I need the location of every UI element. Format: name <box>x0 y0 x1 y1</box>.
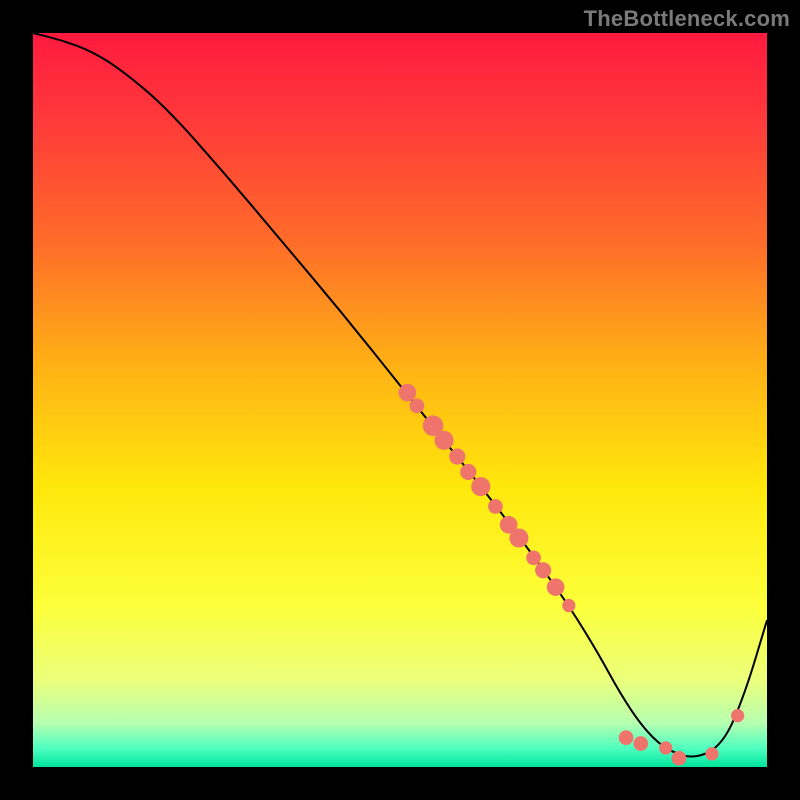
curve-marker <box>731 709 744 722</box>
bottleneck-curve-svg <box>33 33 767 767</box>
curve-markers <box>399 384 745 766</box>
curve-marker <box>488 499 503 514</box>
curve-marker <box>434 431 453 450</box>
curve-marker <box>471 477 490 496</box>
curve-marker <box>509 528 528 547</box>
curve-marker <box>460 464 476 480</box>
curve-marker <box>619 730 634 745</box>
curve-marker <box>633 736 648 751</box>
watermark-text: TheBottleneck.com <box>584 6 790 32</box>
curve-marker <box>672 751 687 766</box>
curve-marker <box>547 578 565 596</box>
curve-marker <box>705 747 718 760</box>
chart-frame: TheBottleneck.com <box>0 0 800 800</box>
curve-marker <box>526 550 541 565</box>
curve-marker <box>410 399 425 414</box>
curve-marker <box>562 599 575 612</box>
curve-marker <box>659 741 672 754</box>
plot-gradient-area <box>33 33 767 767</box>
curve-marker <box>535 562 551 578</box>
curve-marker <box>449 448 465 464</box>
curve-marker <box>399 384 417 402</box>
